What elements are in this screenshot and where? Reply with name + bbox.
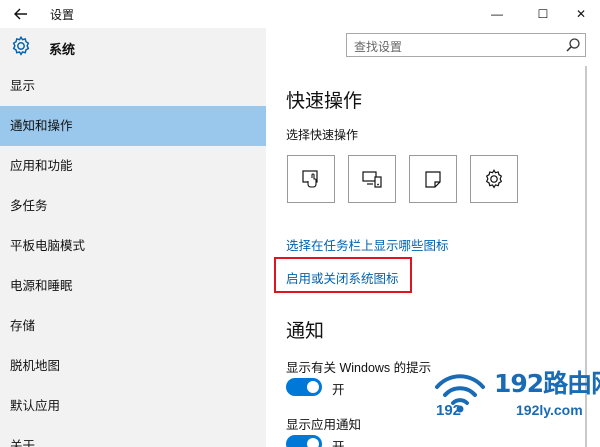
title-bar: 设置 — ☐ ✕ [0,0,600,28]
close-button[interactable]: ✕ [558,0,600,28]
arrow-left-icon [14,8,27,20]
watermark-url: 192ly.com [516,402,583,418]
settings-window: 设置 — ☐ ✕ 系统 显示 通知和操作 应用和功能 多任务 平板电脑模式 电源… [0,0,600,447]
minimize-button[interactable]: — [474,0,520,28]
app-notifications-label: 显示应用通知 [286,418,362,432]
sidebar-item-apps[interactable]: 应用和功能 [0,146,266,186]
sidebar-item-default-apps[interactable]: 默认应用 [0,386,266,426]
tips-label: 显示有关 Windows 的提示 [286,361,432,375]
sidebar-item-tablet-mode[interactable]: 平板电脑模式 [0,226,266,266]
watermark-number: 192 [436,402,462,419]
sidebar-item-multitasking[interactable]: 多任务 [0,186,266,226]
back-button[interactable] [6,2,36,26]
sidebar: 系统 显示 通知和操作 应用和功能 多任务 平板电脑模式 电源和睡眠 存储 脱机… [0,28,266,447]
quick-action-settings[interactable] [470,155,518,203]
app-notifications-toggle[interactable] [286,435,322,447]
window-title: 设置 [50,8,75,22]
sidebar-item-offline-maps[interactable]: 脱机地图 [0,346,266,386]
project-icon [362,171,382,188]
sidebar-item-label: 多任务 [10,199,48,213]
search-placeholder: 查找设置 [354,40,403,54]
sidebar-item-label: 存储 [10,319,36,333]
sidebar-item-label: 电源和睡眠 [10,279,73,293]
maximize-icon: ☐ [537,7,549,21]
sidebar-item-label: 通知和操作 [10,119,73,133]
sidebar-item-label: 关于 [10,439,36,447]
tablet-mode-icon [302,170,318,188]
note-icon [425,171,441,188]
sidebar-item-label: 显示 [10,79,36,93]
toggle-knob [307,381,319,393]
quick-action-project[interactable] [348,155,396,203]
gear-icon [12,35,30,56]
search-icon[interactable] [565,37,581,53]
taskbar-icons-link[interactable]: 选择在任务栏上显示哪些图标 [286,235,449,254]
app-notifications-toggle-state: 开 [332,440,345,447]
sidebar-item-label: 默认应用 [10,399,61,413]
sidebar-title: 系统 [49,42,76,57]
quick-actions-subheading: 选择快速操作 [286,128,359,142]
quick-action-tablet-mode[interactable] [287,155,335,203]
sidebar-item-power-sleep[interactable]: 电源和睡眠 [0,266,266,306]
close-icon: ✕ [575,7,587,21]
sidebar-item-storage[interactable]: 存储 [0,306,266,346]
minimize-icon: — [491,7,503,21]
sidebar-item-label: 平板电脑模式 [10,239,86,253]
watermark-brand: 192路由网 [494,369,600,398]
sidebar-item-label: 脱机地图 [10,359,61,373]
toggle-knob [307,438,319,447]
system-icons-link[interactable]: 启用或关闭系统图标 [286,268,399,287]
sidebar-item-display[interactable]: 显示 [0,66,266,106]
search-input[interactable]: 查找设置 [346,33,586,57]
sidebar-header: 系统 [0,28,266,66]
sidebar-item-notifications[interactable]: 通知和操作 [0,106,266,146]
quick-action-note[interactable] [409,155,457,203]
tips-toggle-state: 开 [332,383,345,397]
settings-gear-icon [485,169,503,189]
sidebar-item-about[interactable]: 关于 [0,426,266,447]
notifications-heading: 通知 [286,321,325,342]
sidebar-item-label: 应用和功能 [10,159,73,173]
tips-toggle[interactable] [286,378,322,396]
quick-actions-heading: 快速操作 [286,91,363,112]
